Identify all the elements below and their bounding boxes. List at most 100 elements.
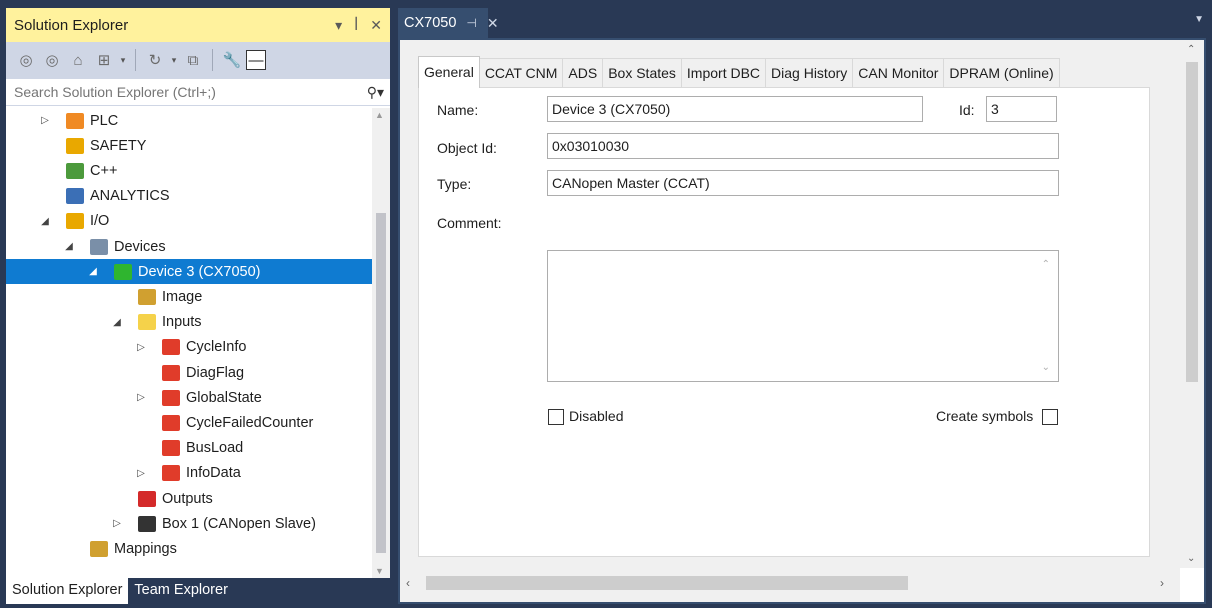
tree-item-plc[interactable]: ▷ PLC (6, 108, 372, 133)
forward-icon[interactable]: ◎ (40, 48, 64, 72)
tree-item-analytics[interactable]: ANALYTICS (6, 184, 372, 209)
tab-box-states[interactable]: Box States (602, 58, 682, 88)
tree-item-safety[interactable]: SAFETY (6, 133, 372, 158)
document-body: General CCAT CNM ADS Box States Import D… (398, 38, 1206, 604)
collapse-arrow-icon[interactable]: ◢ (62, 241, 76, 252)
tree-item-label: CycleInfo (186, 339, 247, 356)
search-input[interactable] (14, 84, 367, 100)
type-label: Type: (437, 176, 472, 192)
scrollbar-thumb[interactable] (376, 213, 386, 553)
scrollbar-thumb[interactable] (426, 576, 908, 590)
properties-icon[interactable]: 🔧 (220, 48, 244, 72)
tree-item-label: Mappings (114, 540, 177, 557)
id-field[interactable] (986, 96, 1057, 122)
tree-item-device-3-cx7050[interactable]: ◢ Device 3 (CX7050) (6, 259, 372, 285)
auto-hide-pin-icon[interactable]: ꟾ (354, 17, 358, 34)
expand-arrow-icon[interactable]: ▷ (38, 115, 52, 126)
tree-item-label: DiagFlag (186, 364, 245, 381)
history-icon[interactable]: ↻ (143, 48, 167, 72)
tab-can-monitor[interactable]: CAN Monitor (852, 58, 945, 88)
tree-item-cycleinfo[interactable]: ▷ CycleInfo (6, 335, 372, 360)
inputs-folder-icon (138, 314, 156, 331)
variable-icon (162, 414, 180, 431)
editor-vertical-scrollbar[interactable]: ⌃ ⌄ (1180, 40, 1204, 568)
tab-ads[interactable]: ADS (562, 58, 604, 88)
window-position-dropdown-icon[interactable]: ▾ (335, 17, 342, 34)
search-bar: ⚲▾ (6, 78, 390, 106)
scroll-up-icon[interactable]: ⌃ (1187, 44, 1195, 55)
comment-textarea[interactable]: ⌃ ⌄ (547, 250, 1059, 382)
sync-icon[interactable]: ⊞ (92, 48, 116, 72)
tree-item-cyclefailedcounter[interactable]: CycleFailedCounter (6, 410, 372, 435)
tree-item-mappings[interactable]: Mappings (6, 536, 372, 561)
tree-item-image[interactable]: Image (6, 284, 372, 309)
collapse-icon[interactable]: ⧉ (181, 48, 205, 72)
document-tab-cx7050[interactable]: CX7050 ⊣ ✕ (398, 8, 499, 38)
solution-explorer-toolbar: ◎ ◎ ⌂ ⊞ ▾ ↻ ▾ ⧉ 🔧 — (6, 42, 390, 78)
collapse-arrow-icon[interactable]: ◢ (110, 317, 124, 328)
devices-icon (90, 238, 108, 255)
tab-team-explorer[interactable]: Team Explorer (128, 578, 233, 604)
tab-diag-history[interactable]: Diag History (765, 58, 854, 88)
scroll-down-icon[interactable]: ⌄ (1187, 553, 1195, 564)
tree-item-globalstate[interactable]: ▷ GlobalState (6, 385, 372, 410)
sync-dropdown-icon[interactable]: ▾ (118, 55, 128, 66)
close-tab-icon[interactable]: ✕ (487, 15, 499, 32)
tab-ccat-cnm[interactable]: CCAT CNM (478, 58, 564, 88)
tab-dpram-online[interactable]: DPRAM (Online) (943, 58, 1060, 88)
expand-arrow-icon[interactable]: ▷ (110, 518, 124, 529)
cpp-icon (66, 162, 84, 179)
pin-icon[interactable]: — (246, 50, 266, 70)
tab-general[interactable]: General (418, 56, 480, 88)
create-symbols-checkbox[interactable] (1042, 409, 1058, 425)
tree-item-diagflag[interactable]: DiagFlag (6, 360, 372, 385)
editor-horizontal-scrollbar[interactable]: ‹ › (400, 568, 1180, 602)
scroll-left-icon[interactable]: ‹ (406, 576, 410, 590)
tree-item-devices[interactable]: ◢ Devices (6, 234, 372, 259)
tree-item-label: SAFETY (90, 137, 147, 154)
scroll-down-icon[interactable]: ⌄ (1042, 362, 1050, 373)
tree-vertical-scrollbar[interactable]: ▲ ▼ (372, 108, 390, 578)
expand-arrow-icon[interactable]: ▷ (134, 342, 148, 353)
disabled-checkbox[interactable] (548, 409, 564, 425)
tree-item-infodata[interactable]: ▷ InfoData (6, 461, 372, 486)
scroll-up-icon[interactable]: ▲ (375, 110, 384, 120)
expand-arrow-icon[interactable]: ▷ (134, 392, 148, 403)
search-icon[interactable]: ⚲▾ (367, 84, 384, 101)
tab-solution-explorer[interactable]: Solution Explorer (6, 578, 129, 604)
device-icon (114, 263, 132, 280)
type-field[interactable] (547, 170, 1059, 196)
pin-tab-icon[interactable]: ⊣ (466, 16, 476, 30)
tree-item-label: BusLoad (186, 440, 244, 457)
scroll-up-icon[interactable]: ⌃ (1042, 259, 1050, 270)
device-editor: General CCAT CNM ADS Box States Import D… (400, 40, 1180, 568)
scrollbar-thumb[interactable] (1186, 62, 1198, 382)
document-list-dropdown-icon[interactable]: ▼ (1194, 14, 1204, 25)
close-pane-icon[interactable]: ✕ (370, 17, 382, 34)
analytics-icon (66, 188, 84, 205)
tree-item-label: Device 3 (CX7050) (138, 263, 261, 280)
back-icon[interactable]: ◎ (14, 48, 38, 72)
tree-item-i-o[interactable]: ◢ I/O (6, 209, 372, 234)
collapse-arrow-icon[interactable]: ◢ (86, 266, 100, 277)
explorer-bottom-tabs: Solution Explorer Team Explorer (6, 578, 390, 604)
tree-item-label: InfoData (186, 465, 241, 482)
expand-arrow-icon[interactable]: ▷ (134, 468, 148, 479)
io-icon (66, 213, 84, 230)
scroll-down-icon[interactable]: ▼ (375, 566, 384, 576)
history-dropdown-icon[interactable]: ▾ (169, 55, 179, 66)
collapse-arrow-icon[interactable]: ◢ (38, 216, 52, 227)
tab-import-dbc[interactable]: Import DBC (680, 58, 767, 88)
scroll-right-icon[interactable]: › (1160, 576, 1164, 590)
tree-item-label: Outputs (162, 490, 213, 507)
tree-item-c[interactable]: C++ (6, 158, 372, 183)
tree-item-busload[interactable]: BusLoad (6, 436, 372, 461)
tree-item-box-1-canopen-slave[interactable]: ▷ Box 1 (CANopen Slave) (6, 511, 372, 536)
property-tab-strip: General CCAT CNM ADS Box States Import D… (418, 56, 1060, 88)
object-id-field[interactable] (547, 133, 1059, 159)
tree-item-outputs[interactable]: Outputs (6, 486, 372, 511)
tree-item-label: Box 1 (CANopen Slave) (162, 515, 316, 532)
name-field[interactable] (547, 96, 923, 122)
tree-item-inputs[interactable]: ◢ Inputs (6, 310, 372, 335)
home-icon[interactable]: ⌂ (66, 48, 90, 72)
